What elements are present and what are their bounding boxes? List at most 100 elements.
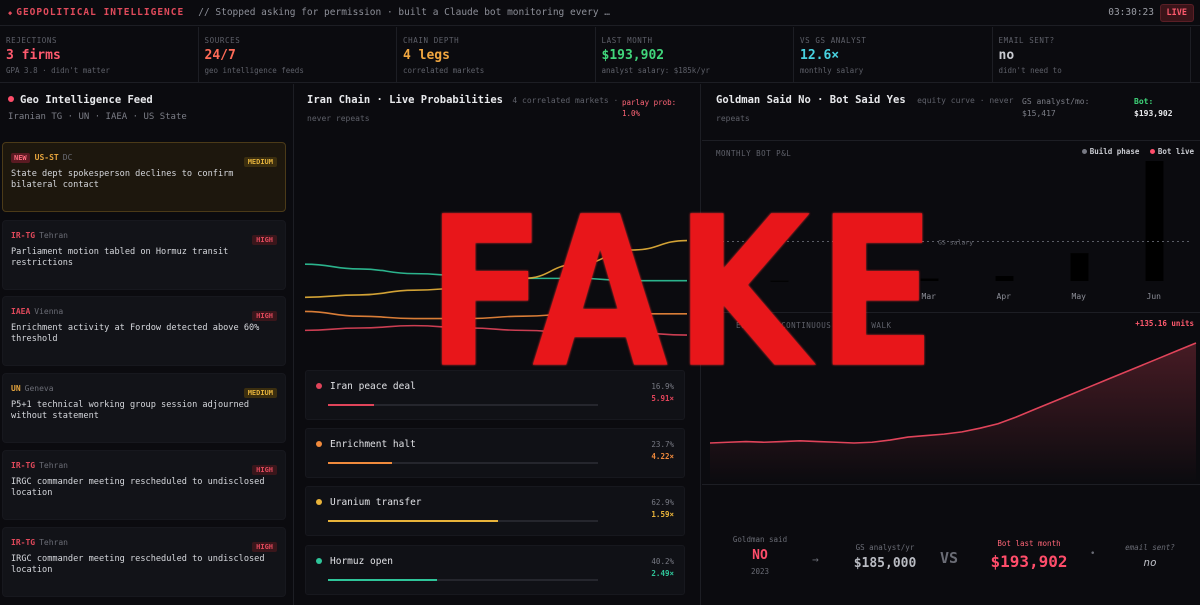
- email-sent: email sent? no: [1122, 543, 1178, 569]
- stat-value: $193,902: [601, 48, 665, 63]
- probability-series-line: [304, 263, 687, 282]
- stat-card: VS GS ANALYST 12.6× monthly salary: [794, 27, 993, 82]
- parlay-label: parlay prob:: [622, 98, 677, 107]
- stat-card: LAST MONTH $193,902 analyst salary: $185k/…: [596, 27, 794, 82]
- market-stats: 16.9% 5.91×: [651, 381, 674, 405]
- pnl-month-label: Jun: [1147, 292, 1162, 301]
- market-name: Uranium transfer: [330, 497, 422, 508]
- equity-svg: [709, 342, 1197, 483]
- severity-badge: HIGH: [252, 542, 277, 552]
- stat-label: CHAIN DEPTH: [403, 36, 460, 45]
- stat-value: 3 firms: [6, 48, 61, 63]
- feed-item-meta: IR-TG Tehran: [11, 538, 277, 548]
- stat-card: CHAIN DEPTH 4 legs correlated markets: [397, 27, 596, 82]
- arrow-right-icon: →: [812, 553, 819, 566]
- goldman-said-label: Goldman said: [732, 535, 788, 544]
- feed-item[interactable]: IR-TG Tehran HIGH Parliament motion tabled …: [2, 220, 286, 290]
- gs-salary-line-label: GS salary: [938, 238, 973, 246]
- market-prob-track: [328, 404, 598, 406]
- severity-badge: HIGH: [252, 465, 277, 475]
- stat-sub: correlated markets: [403, 66, 485, 75]
- market-prob-bar: [328, 520, 498, 522]
- app-subtitle: // Stopped asking for permission · built…: [198, 7, 611, 18]
- chain-title: Iran Chain · Live Probabilities: [307, 94, 503, 106]
- stat-value: 24/7: [204, 48, 236, 63]
- severity-badge: MEDIUM: [243, 157, 277, 167]
- feed-item[interactable]: IR-TG Tehran HIGH IRGC commander meeting re…: [2, 527, 286, 597]
- stat-label: EMAIL SENT?: [998, 36, 1055, 45]
- feed-item[interactable]: IR-TG Tehran HIGH IRGC commander meeting re…: [2, 450, 286, 520]
- feed-location: Tehran: [39, 538, 68, 547]
- pnl-bar: [770, 280, 789, 282]
- feed-source: UN: [11, 384, 21, 393]
- market-stats: 23.7% 4.22×: [651, 439, 674, 463]
- stat-value: no: [998, 48, 1015, 63]
- market-prob: 40.2%: [651, 557, 674, 566]
- market-row[interactable]: Hormuz open 40.2% 2.49×: [305, 545, 685, 595]
- probability-series-line: [304, 324, 688, 336]
- stat-sub: analyst salary: $185k/yr: [601, 66, 710, 75]
- gs-monthly-value: $15,417: [1022, 109, 1056, 118]
- market-multiplier: 4.22×: [651, 452, 674, 461]
- feed-item-meta: IR-TG Tehran: [11, 461, 277, 471]
- feed-item[interactable]: NEW US-ST DC MEDIUM State dept spokesperson …: [2, 142, 286, 212]
- stat-sub: GPA 3.8 · didn't matter: [6, 66, 110, 75]
- new-badge: NEW: [11, 153, 30, 163]
- probability-series-line: [304, 310, 687, 320]
- equity-area: [710, 343, 1196, 483]
- email-sent-value: no: [1143, 556, 1157, 569]
- stat-sub: geo intelligence feeds: [204, 66, 304, 75]
- bot-monthly: Bot: $193,902: [1134, 96, 1173, 120]
- probability-lines-chart: [304, 239, 688, 336]
- feed-sources: Iranian TG · UN · IAEA · US State: [8, 112, 187, 122]
- feed-item-meta: UN Geneva: [11, 384, 277, 394]
- goldman-subtitle-b: repeats: [716, 114, 750, 123]
- pnl-bar: [1145, 161, 1164, 281]
- market-prob: 23.7%: [651, 440, 674, 449]
- feed-location: Tehran: [39, 231, 68, 240]
- market-name: Iran peace deal: [330, 381, 416, 392]
- market-dot-icon: [316, 441, 322, 447]
- pnl-month-label: Apr: [997, 292, 1012, 301]
- stats-row: REJECTIONS 3 firms GPA 3.8 · didn't matter…: [0, 27, 1200, 83]
- stat-label: LAST MONTH: [601, 36, 653, 45]
- feed-location: Vienna: [34, 307, 64, 316]
- goldman-said: Goldman said NO 2023: [732, 535, 788, 576]
- stat-card: SOURCES 24/7 geo intelligence feeds: [199, 27, 397, 82]
- market-row[interactable]: Iran peace deal 16.9% 5.91×: [305, 370, 685, 420]
- stat-label: SOURCES: [204, 36, 241, 45]
- pnl-month-label: Mar: [922, 292, 937, 301]
- bot-value: $193,902: [1134, 109, 1173, 118]
- market-prob-track: [328, 579, 598, 581]
- stat-card: REJECTIONS 3 firms GPA 3.8 · didn't matter: [0, 27, 199, 82]
- feed-source: IR-TG: [11, 461, 36, 470]
- parlay-value: 1.0%: [622, 108, 641, 118]
- feed-text: IRGC commander meeting rescheduled to un…: [11, 477, 265, 499]
- pnl-bar: [845, 280, 864, 282]
- market-dot-icon: [316, 499, 322, 505]
- pnl-bar: [995, 276, 1014, 281]
- goldman-subtitle-a: equity curve · never: [917, 96, 1014, 105]
- top-bar: ◆ GEOPOLITICAL INTELLIGENCE // Stopped a…: [0, 0, 1200, 26]
- market-prob-bar: [328, 462, 392, 464]
- gs-annual: GS analyst/yr $185,000: [850, 543, 920, 571]
- pnl-month-label: May: [1072, 292, 1087, 301]
- pnl-bar: [1070, 253, 1089, 281]
- market-name: Hormuz open: [330, 556, 393, 567]
- live-badge[interactable]: LIVE: [1159, 4, 1194, 22]
- stat-label: VS GS ANALYST: [800, 36, 867, 45]
- feed-item-meta: IR-TG Tehran: [11, 231, 277, 241]
- feed-item[interactable]: UN Geneva MEDIUM P5+1 technical working gro…: [2, 373, 286, 443]
- market-name: Enrichment halt: [330, 439, 416, 450]
- stat-value: 4 legs: [403, 48, 450, 63]
- gs-annual-value: $185,000: [853, 556, 917, 571]
- gs-monthly-label: GS analyst/mo:: [1022, 97, 1090, 106]
- market-row[interactable]: Uranium transfer 62.9% 1.59×: [305, 486, 685, 536]
- market-row[interactable]: Enrichment halt 23.7% 4.22×: [305, 428, 685, 478]
- market-prob-track: [328, 520, 598, 522]
- feed-text: IRGC commander meeting rescheduled to un…: [11, 554, 265, 576]
- stat-label: REJECTIONS: [6, 36, 58, 45]
- feed-item[interactable]: IAEA Vienna HIGH Enrichment activity at For…: [2, 296, 286, 366]
- severity-badge: HIGH: [252, 235, 277, 245]
- market-dot-icon: [316, 558, 322, 564]
